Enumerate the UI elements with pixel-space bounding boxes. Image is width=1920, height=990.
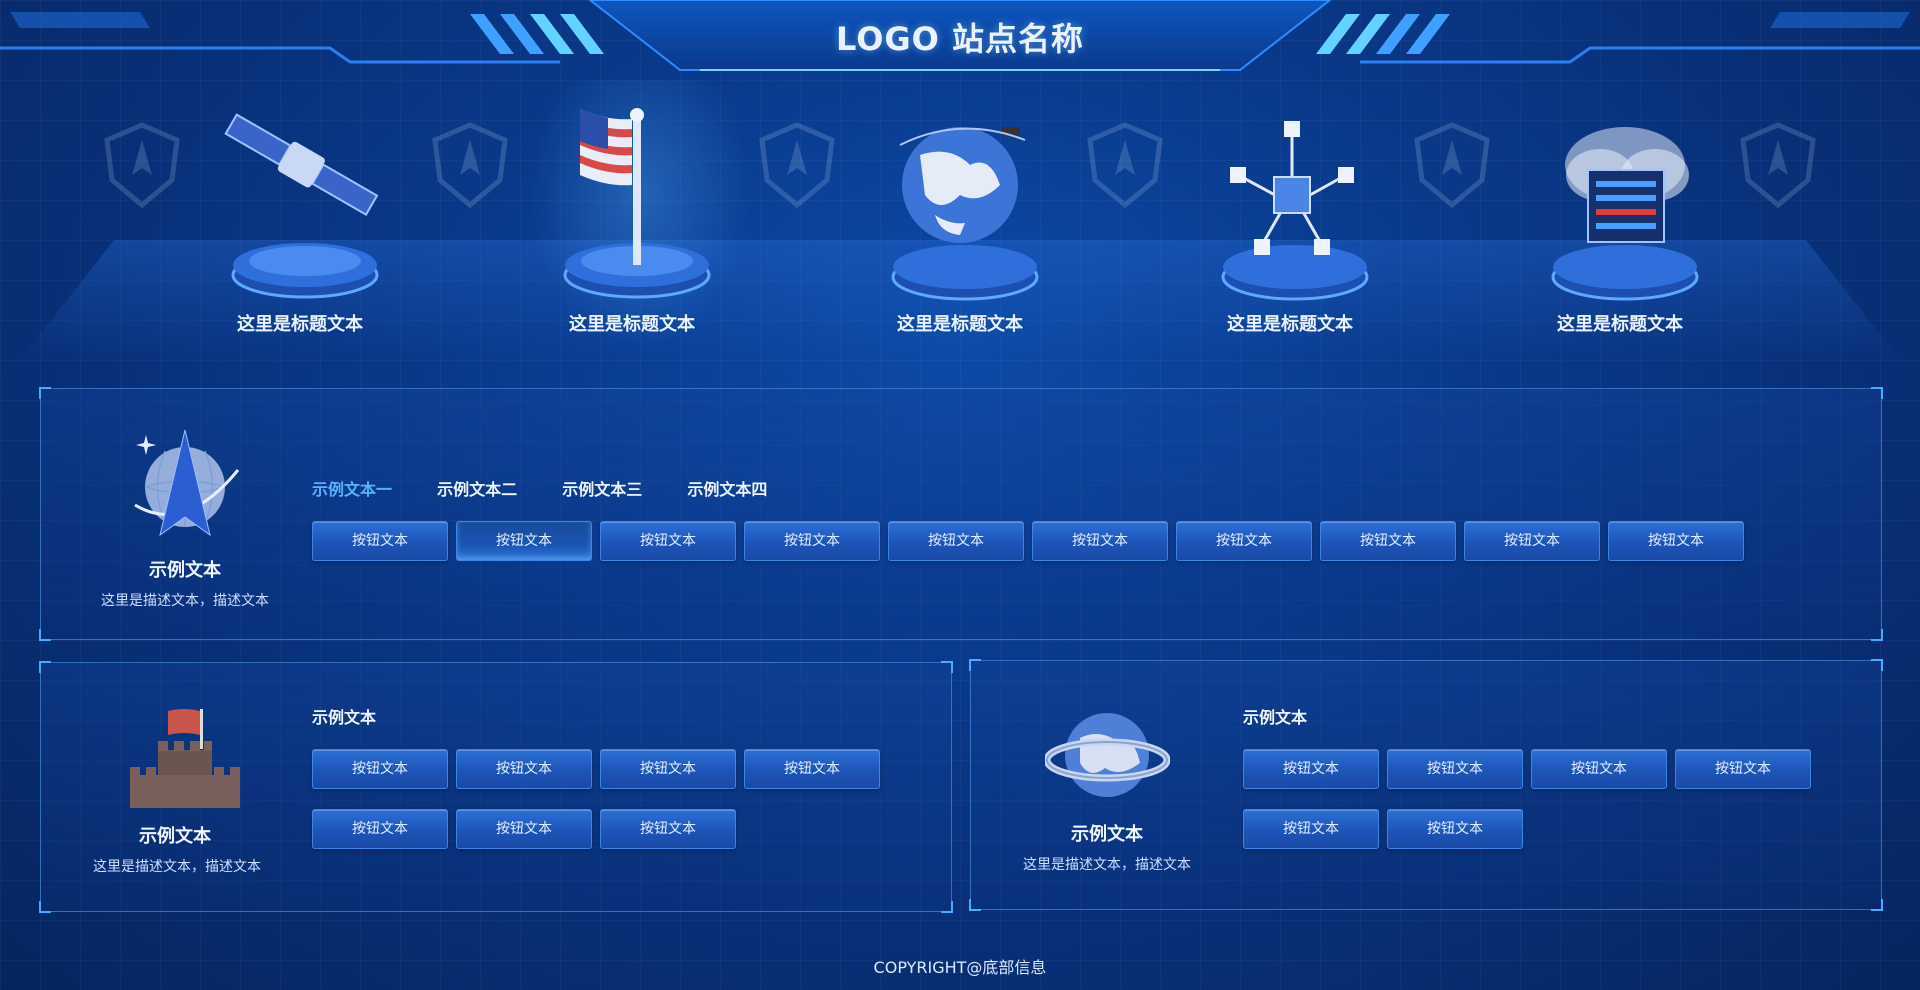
action-button[interactable]: 按钮文本 [1531,749,1667,789]
action-button[interactable]: 按钮文本 [1243,749,1379,789]
flag-icon [563,108,711,299]
action-button[interactable]: 按钮文本 [1608,521,1744,561]
panel-main [39,387,1883,641]
panel-desc: 这里是描述文本，描述文本 [93,859,261,875]
action-button[interactable]: 按钮文本 [312,749,448,789]
globe-icon [891,127,1039,301]
action-button[interactable]: 按钮文本 [600,809,736,849]
action-button[interactable]: 按钮文本 [744,521,880,561]
action-button[interactable]: 按钮文本 [456,809,592,849]
panel-desc: 这里是描述文本，描述文本 [1023,857,1191,873]
emblem-icon [1740,122,1816,209]
action-button[interactable]: 按钮文本 [888,521,1024,561]
action-button[interactable]: 按钮文本 [1320,521,1456,561]
action-button[interactable]: 按钮文本 [456,521,592,561]
action-button[interactable]: 按钮文本 [1176,521,1312,561]
space-force-icon [134,429,240,537]
emblem-icon [104,122,180,209]
action-button[interactable]: 按钮文本 [1464,521,1600,561]
nav-item-label: 这里是标题文本 [897,314,1023,335]
server-cloud-icon [1551,127,1699,301]
nav-item-5[interactable]: 这里是标题文本 [1500,95,1740,340]
nav-item-3[interactable]: 这里是标题文本 [840,95,1080,340]
nav-item-label: 这里是标题文本 [569,314,695,335]
header-bar: LOGO 站点名称 [0,0,1920,80]
action-button[interactable]: 按钮文本 [312,521,448,561]
panel-title: 示例文本 [139,826,211,847]
panel-title: 示例文本 [149,560,221,581]
action-button[interactable]: 按钮文本 [1032,521,1168,561]
action-button[interactable]: 按钮文本 [1387,749,1523,789]
nav-item-2[interactable]: 这里是标题文本 [512,95,752,340]
action-button[interactable]: 按钮文本 [600,521,736,561]
action-button[interactable]: 按钮文本 [600,749,736,789]
tab-3[interactable]: 示例文本三 [562,476,642,500]
tab-4[interactable]: 示例文本四 [687,476,767,500]
action-button[interactable]: 按钮文本 [1243,809,1379,849]
emblem-icon [432,122,508,209]
panel-title: 示例文本 [1071,824,1143,845]
tab-bar: 示例文本一 示例文本二 示例文本三 示例文本四 [312,476,807,500]
section-title: 示例文本 [312,708,377,727]
section-title: 示例文本 [1243,708,1308,727]
tab-2[interactable]: 示例文本二 [437,476,517,500]
panel-desc: 这里是描述文本，描述文本 [101,593,269,609]
nav-item-label: 这里是标题文本 [1557,314,1683,335]
site-title: LOGO 站点名称 [835,20,1085,58]
emblem-icon [1414,122,1490,209]
action-button[interactable]: 按钮文本 [744,749,880,789]
footer-copyright: COPYRIGHT@底部信息 [873,958,1047,977]
tab-1[interactable]: 示例文本一 [312,476,392,500]
nav-item-label: 这里是标题文本 [237,314,363,335]
great-wall-icon [130,709,240,808]
emblem-icon [1087,122,1163,209]
emblem-icon [759,122,835,209]
action-button[interactable]: 按钮文本 [456,749,592,789]
nav-item-label: 这里是标题文本 [1227,314,1353,335]
action-button[interactable]: 按钮文本 [1387,809,1523,849]
network-icon [1221,121,1369,301]
satellite-icon [224,113,379,299]
nav-item-1[interactable]: 这里是标题文本 [180,95,420,340]
action-button[interactable]: 按钮文本 [1675,749,1811,789]
action-button[interactable]: 按钮文本 [312,809,448,849]
globe-ring-icon [1045,713,1170,797]
nav-item-4[interactable]: 这里是标题文本 [1170,95,1410,340]
